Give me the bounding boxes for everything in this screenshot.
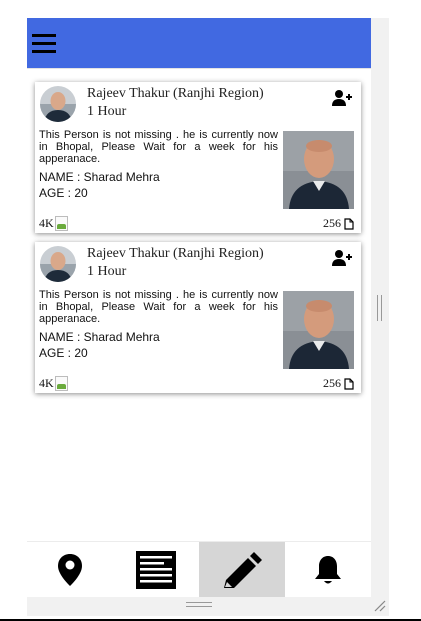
person-name: NAME : Sharad Mehra [39,330,160,344]
post-author[interactable]: Rajeev Thakur (Ranjhi Region) [87,86,264,102]
person-age: AGE : 20 [39,186,88,200]
document-icon [344,377,354,390]
bell-notification-icon[interactable] [285,542,371,597]
post-description: This Person is not missing . he is curre… [39,289,278,325]
post-card[interactable]: Rajeev Thakur (Ranjhi Region) 1 Hour Thi… [35,242,361,393]
view-count-value: 256 [323,376,341,390]
post-time: 1 Hour [87,104,127,119]
person-age: AGE : 20 [39,346,88,360]
scrollbar-handle[interactable] [377,295,382,321]
like-count-value: 4K [39,216,54,230]
document-icon [344,217,354,230]
like-count[interactable]: 4K [39,216,68,231]
post-time: 1 Hour [87,264,127,279]
hamburger-menu-icon[interactable] [32,34,56,53]
like-count-value: 4K [39,376,54,390]
person-name: NAME : Sharad Mehra [39,170,160,184]
like-icon[interactable] [54,216,68,231]
app-header [27,18,371,68]
app-screen: Rajeev Thakur (Ranjhi Region) 1 Hour Thi… [27,18,371,597]
view-count: 256 [323,216,354,231]
post-description: This Person is not missing . he is curre… [39,129,278,165]
add-user-icon[interactable] [332,89,352,107]
avatar[interactable] [40,86,76,122]
resize-handle-icon[interactable] [373,599,387,613]
add-user-icon[interactable] [332,249,352,267]
avatar[interactable] [40,246,76,282]
view-count: 256 [323,376,354,391]
news-feed-icon[interactable] [113,542,199,597]
like-count[interactable]: 4K [39,376,68,391]
post-author[interactable]: Rajeev Thakur (Ranjhi Region) [87,246,264,262]
bottom-navigation [27,541,371,597]
drag-handle[interactable] [186,602,212,607]
person-photo[interactable] [283,291,354,369]
pencil-edit-icon[interactable] [199,542,285,597]
view-count-value: 256 [323,216,341,230]
header-divider [27,68,371,69]
person-photo[interactable] [283,131,354,209]
post-card[interactable]: Rajeev Thakur (Ranjhi Region) 1 Hour Thi… [35,82,361,233]
location-pin-icon[interactable] [27,542,113,597]
like-icon[interactable] [54,376,68,391]
